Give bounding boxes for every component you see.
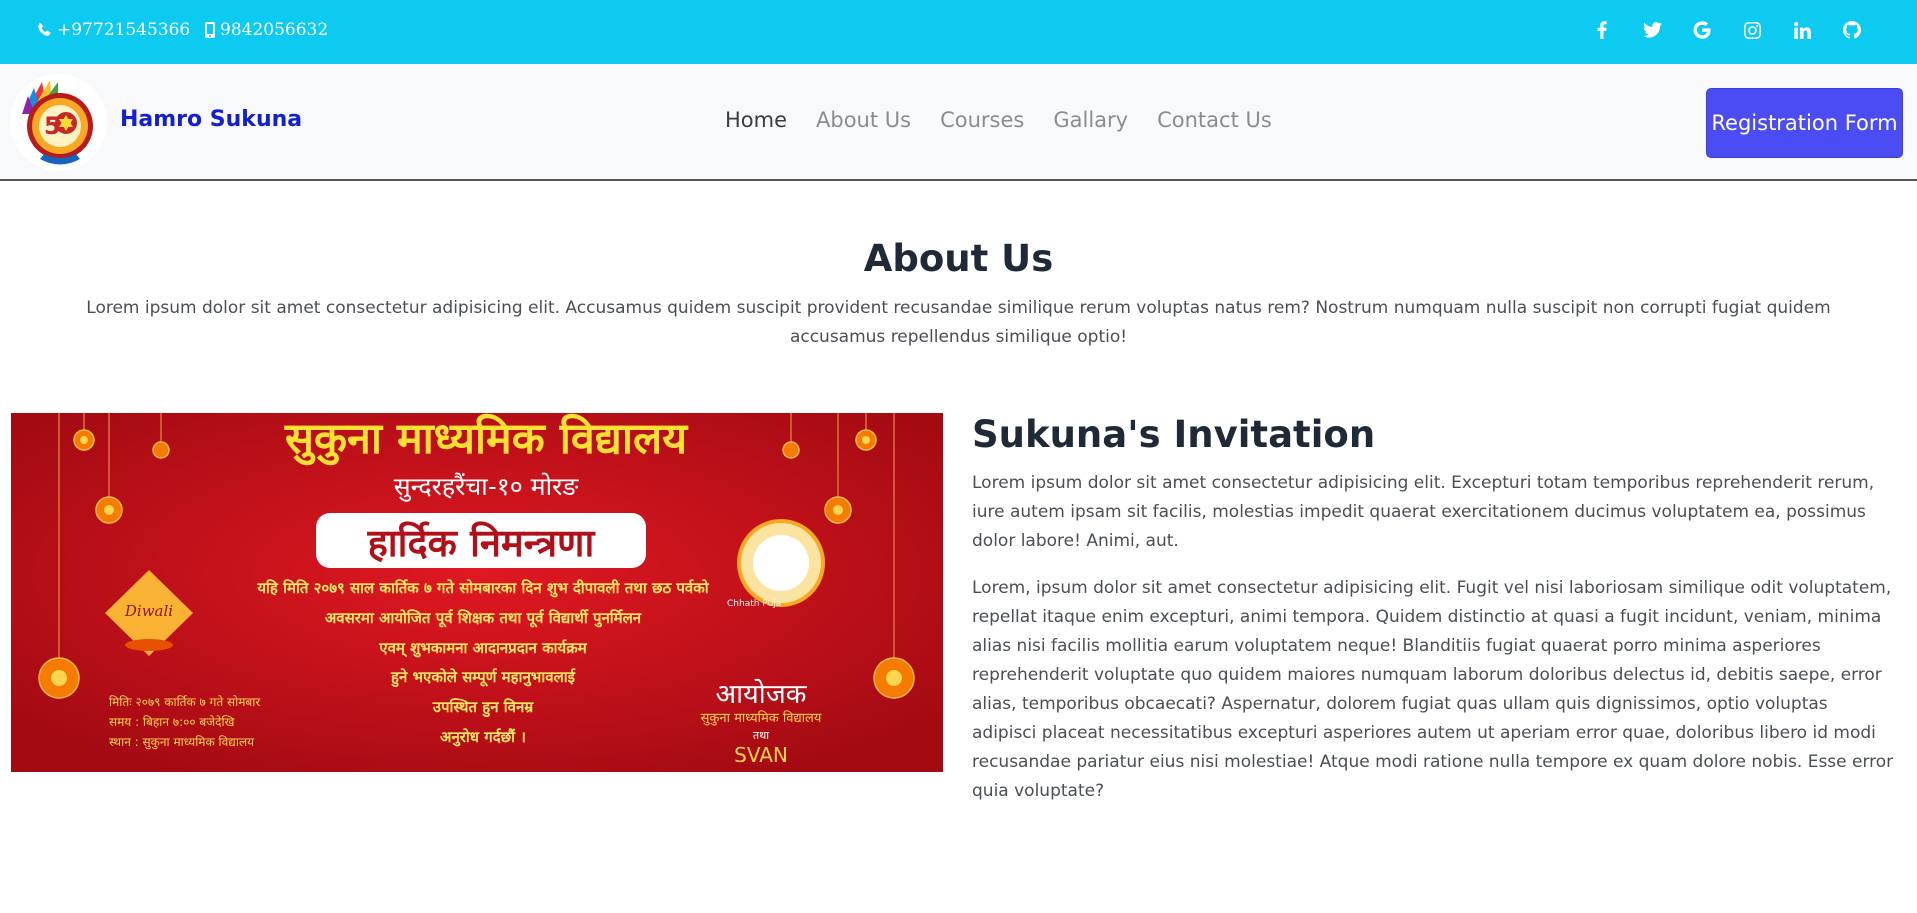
google-link[interactable]: [1677, 18, 1727, 42]
invitation-paragraph-2: Lorem, ipsum dolor sit amet consectetur …: [972, 578, 1894, 801]
banner-line-5: उपस्थित हुन विनम्र: [432, 698, 535, 718]
social-links: [1577, 18, 1877, 42]
nav-gallary[interactable]: Gallary: [1053, 108, 1128, 132]
mobile-contact[interactable]: 9842056632: [205, 19, 328, 41]
banner-organizer-title: आयोजक: [715, 678, 807, 710]
top-contact-bar: +97721545366 9842056632: [0, 0, 1917, 64]
banner-organizer-sub: SVAN: [734, 743, 788, 767]
about-text: Lorem ipsum dolor sit amet consectetur a…: [86, 298, 1831, 347]
nav-links: Home About Us Courses Gallary Contact Us: [725, 108, 1272, 132]
invitation-banner: सुकुना माध्यमिक विद्यालय सुन्दरहरैंचा-१०…: [11, 413, 943, 772]
invitation-banner-image: सुकुना माध्यमिक विद्यालय सुन्दरहरैंचा-१०…: [11, 413, 943, 772]
mobile-number: 9842056632: [220, 20, 329, 40]
invitation-paragraph-1: Lorem ipsum dolor sit amet consectetur a…: [972, 473, 1875, 551]
invitation-title: Sukuna's Invitation: [972, 413, 1376, 456]
banner-school-name: सुकुना माध्यमिक विद्यालय: [284, 413, 689, 466]
logo-emblem: 5: [10, 74, 106, 170]
linkedin-link[interactable]: [1777, 18, 1827, 42]
nav-contact-us[interactable]: Contact Us: [1157, 108, 1272, 132]
phone-contact[interactable]: +97721545366: [36, 19, 190, 41]
banner-line-6: अनुरोध गर्दछौं ।: [440, 728, 526, 747]
google-icon: [1693, 21, 1711, 39]
instagram-link[interactable]: [1727, 18, 1777, 42]
banner-line-4: हुने भएकोले सम्पूर्ण महानुभावलाई: [390, 668, 576, 688]
nav-about-us[interactable]: About Us: [816, 108, 911, 132]
nav-courses[interactable]: Courses: [940, 108, 1024, 132]
phone-number: +97721545366: [57, 20, 191, 40]
banner-diwali-label: Diwali: [124, 602, 173, 620]
svg-text:5: 5: [44, 112, 61, 140]
twitter-link[interactable]: [1627, 18, 1677, 42]
brand-name[interactable]: Hamro Sukuna: [120, 107, 302, 132]
banner-line-1: यहि मिति २०७९ साल कार्तिक ७ गते सोमबारका…: [256, 579, 709, 598]
github-icon: [1843, 21, 1861, 39]
linkedin-icon: [1793, 21, 1811, 39]
banner-detail-date: मितिः २०७९ कार्तिक ७ गते सोमबार: [109, 695, 261, 709]
banner-detail-time: समय : बिहान ७:०० बजेदेखि: [109, 715, 235, 729]
banner-address: सुन्दरहरैंचा-१० मोरङ: [394, 472, 580, 502]
banner-chhath-label: Chhath Puja: [727, 599, 781, 609]
facebook-icon: [1597, 21, 1607, 39]
github-link[interactable]: [1827, 18, 1877, 42]
banner-line-2: अवसरमा आयोजित पूर्व शिक्षक तथा पूर्व विद…: [325, 609, 642, 628]
instagram-icon: [1743, 21, 1761, 39]
mobile-icon: [205, 22, 215, 38]
main-navbar: 5 Hamro Sukuna Home About Us Courses Gal…: [0, 64, 1917, 181]
registration-form-button[interactable]: Registration Form: [1706, 88, 1903, 158]
school-logo[interactable]: 5: [10, 74, 107, 171]
nav-home[interactable]: Home: [725, 108, 787, 132]
about-title: About Us: [863, 237, 1054, 280]
facebook-link[interactable]: [1577, 18, 1627, 42]
twitter-icon: [1642, 22, 1662, 38]
banner-heading: हार्दिक निमन्त्रणा: [367, 521, 596, 565]
banner-organizer-line-1: सुकुना माध्यमिक विद्यालय: [701, 710, 822, 726]
banner-detail-place: स्थान : सुकुना माध्यमिक विद्यालय: [109, 735, 255, 750]
phone-icon: [38, 22, 51, 36]
banner-line-3: एवम् शुभकामना आदानप्रदान कार्यक्रम: [378, 639, 587, 658]
banner-organizer-line-2: तथा: [753, 729, 769, 742]
